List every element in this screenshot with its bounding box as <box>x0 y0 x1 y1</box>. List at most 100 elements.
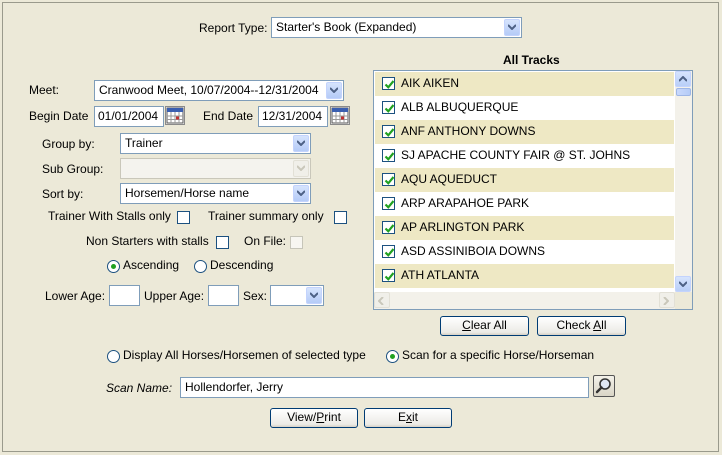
track-label: AIK AIKEN <box>401 76 460 90</box>
track-row[interactable]: ARP ARAPAHOE PARK <box>375 192 674 216</box>
track-row[interactable]: ALB ALBUQUERQUE <box>375 96 674 120</box>
trainer-summary-label: Trainer summary only <box>208 209 324 223</box>
scroll-right-icon[interactable] <box>659 292 675 308</box>
radio-selected-dot <box>390 354 395 359</box>
sex-select[interactable] <box>270 285 324 306</box>
descending-radio[interactable] <box>194 260 207 273</box>
track-row[interactable]: AQU AQUEDUCT <box>375 168 674 192</box>
track-label: AQU AQUEDUCT <box>401 172 498 186</box>
track-checkbox[interactable] <box>382 77 395 90</box>
track-checkbox[interactable] <box>382 173 395 186</box>
horizontal-scrollbar[interactable] <box>374 292 675 309</box>
sort-by-label: Sort by: <box>42 187 84 201</box>
begin-date-input[interactable]: 01/01/2004 <box>94 106 164 127</box>
report-type-label: Report Type: <box>199 21 268 35</box>
on-file-checkbox[interactable] <box>290 236 303 249</box>
track-row[interactable]: ASD ASSINIBOIA DOWNS <box>375 240 674 264</box>
scan-specific-radio[interactable] <box>386 350 399 363</box>
group-by-select[interactable]: Trainer <box>120 133 311 154</box>
ascending-label: Ascending <box>123 258 180 272</box>
calendar-icon[interactable] <box>330 106 350 125</box>
clear-all-button[interactable]: Clear All <box>440 316 529 336</box>
track-label: ASD ASSINIBOIA DOWNS <box>401 244 546 258</box>
track-label: ARP ARAPAHOE PARK <box>401 196 530 210</box>
view-print-label: View/Print <box>287 410 341 424</box>
trainer-with-stalls-label: Trainer With Stalls only <box>48 209 171 223</box>
checkmark-icon <box>384 80 395 89</box>
check-all-button[interactable]: Check All <box>537 316 626 336</box>
lower-age-input[interactable] <box>109 285 140 306</box>
checkmark-icon <box>384 248 395 257</box>
track-row[interactable]: ANF ANTHONY DOWNS <box>375 120 674 144</box>
report-type-select[interactable]: Starter's Book (Expanded) <box>271 17 522 38</box>
track-checkbox[interactable] <box>382 125 395 138</box>
checkmark-icon <box>384 176 395 185</box>
non-starters-label: Non Starters with stalls <box>86 234 209 248</box>
track-checkbox[interactable] <box>382 245 395 258</box>
vertical-scrollbar[interactable] <box>675 71 692 292</box>
track-label: ALB ALBUQUERQUE <box>401 100 519 114</box>
tracks-title: All Tracks <box>503 53 560 67</box>
upper-age-input[interactable] <box>208 285 239 306</box>
display-all-label: Display All Horses/Horsemen of selected … <box>123 348 366 362</box>
checkmark-icon <box>384 224 395 233</box>
end-date-label: End Date <box>203 109 254 123</box>
track-checkbox[interactable] <box>382 269 395 282</box>
sex-label: Sex: <box>243 289 268 303</box>
ascending-radio[interactable] <box>107 260 120 273</box>
begin-date-label: Begin Date <box>29 109 89 123</box>
scan-name-input[interactable]: Hollendorfer, Jerry <box>180 377 589 398</box>
clear-all-label: Clear All <box>462 318 507 332</box>
descending-label: Descending <box>210 258 274 272</box>
scroll-down-icon[interactable] <box>675 276 691 292</box>
track-label: SJ APACHE COUNTY FAIR @ ST. JOHNS <box>401 148 631 162</box>
sort-by-value: Horsemen/Horse name <box>125 186 250 200</box>
sub-group-select[interactable] <box>120 158 311 179</box>
on-file-label: On File: <box>244 234 287 248</box>
scroll-left-icon[interactable] <box>374 292 390 308</box>
exit-label: Exit <box>397 410 418 424</box>
chevron-down-icon[interactable] <box>306 287 322 304</box>
chevron-down-icon[interactable] <box>293 135 309 152</box>
sort-by-select[interactable]: Horsemen/Horse name <box>120 183 311 204</box>
search-icon[interactable] <box>593 375 615 397</box>
radio-selected-dot <box>111 264 116 269</box>
track-row[interactable]: AP ARLINGTON PARK <box>375 216 674 240</box>
check-all-label: Check All <box>556 318 607 332</box>
group-by-value: Trainer <box>125 136 163 150</box>
scan-specific-label: Scan for a specific Horse/Horseman <box>402 348 595 362</box>
track-checkbox[interactable] <box>382 149 395 162</box>
display-all-radio[interactable] <box>107 350 120 363</box>
checkmark-icon <box>384 128 395 137</box>
track-row[interactable]: SJ APACHE COUNTY FAIR @ ST. JOHNS <box>375 144 674 168</box>
view-print-button[interactable]: View/Print <box>270 408 358 428</box>
tracks-list[interactable]: AIK AIKEN ALB ALBUQUERQUE ANF ANTHONY DOWN… <box>373 70 693 310</box>
track-row[interactable]: ATH ATLANTA <box>375 264 674 288</box>
sub-group-label: Sub Group: <box>42 162 104 176</box>
begin-date-value: 01/01/2004 <box>98 109 159 123</box>
chevron-down-icon[interactable] <box>293 185 309 202</box>
scan-name-value: Hollendorfer, Jerry <box>185 380 284 394</box>
trainer-summary-checkbox[interactable] <box>334 211 347 224</box>
chevron-down-icon[interactable] <box>504 19 520 36</box>
calendar-icon[interactable] <box>165 106 185 125</box>
scan-name-label: Scan Name: <box>106 381 173 395</box>
trainer-with-stalls-checkbox[interactable] <box>177 211 190 224</box>
upper-age-label: Upper Age: <box>144 289 205 303</box>
chevron-down-icon[interactable] <box>326 82 342 99</box>
meet-select[interactable]: Cranwood Meet, 10/07/2004--12/31/2004 <box>94 80 344 101</box>
track-row[interactable]: AIK AIKEN <box>375 72 674 96</box>
group-by-label: Group by: <box>42 137 95 151</box>
exit-button[interactable]: Exit <box>364 408 452 428</box>
chevron-down-icon[interactable] <box>293 160 309 177</box>
scroll-up-icon[interactable] <box>675 71 691 87</box>
meet-value: Cranwood Meet, 10/07/2004--12/31/2004 <box>99 83 319 97</box>
non-starters-checkbox[interactable] <box>216 236 229 249</box>
end-date-input[interactable]: 12/31/2004 <box>258 106 328 127</box>
track-checkbox[interactable] <box>382 221 395 234</box>
checkmark-icon <box>384 200 395 209</box>
track-checkbox[interactable] <box>382 197 395 210</box>
checkmark-icon <box>384 272 395 281</box>
track-checkbox[interactable] <box>382 101 395 114</box>
scroll-thumb[interactable] <box>676 88 691 96</box>
